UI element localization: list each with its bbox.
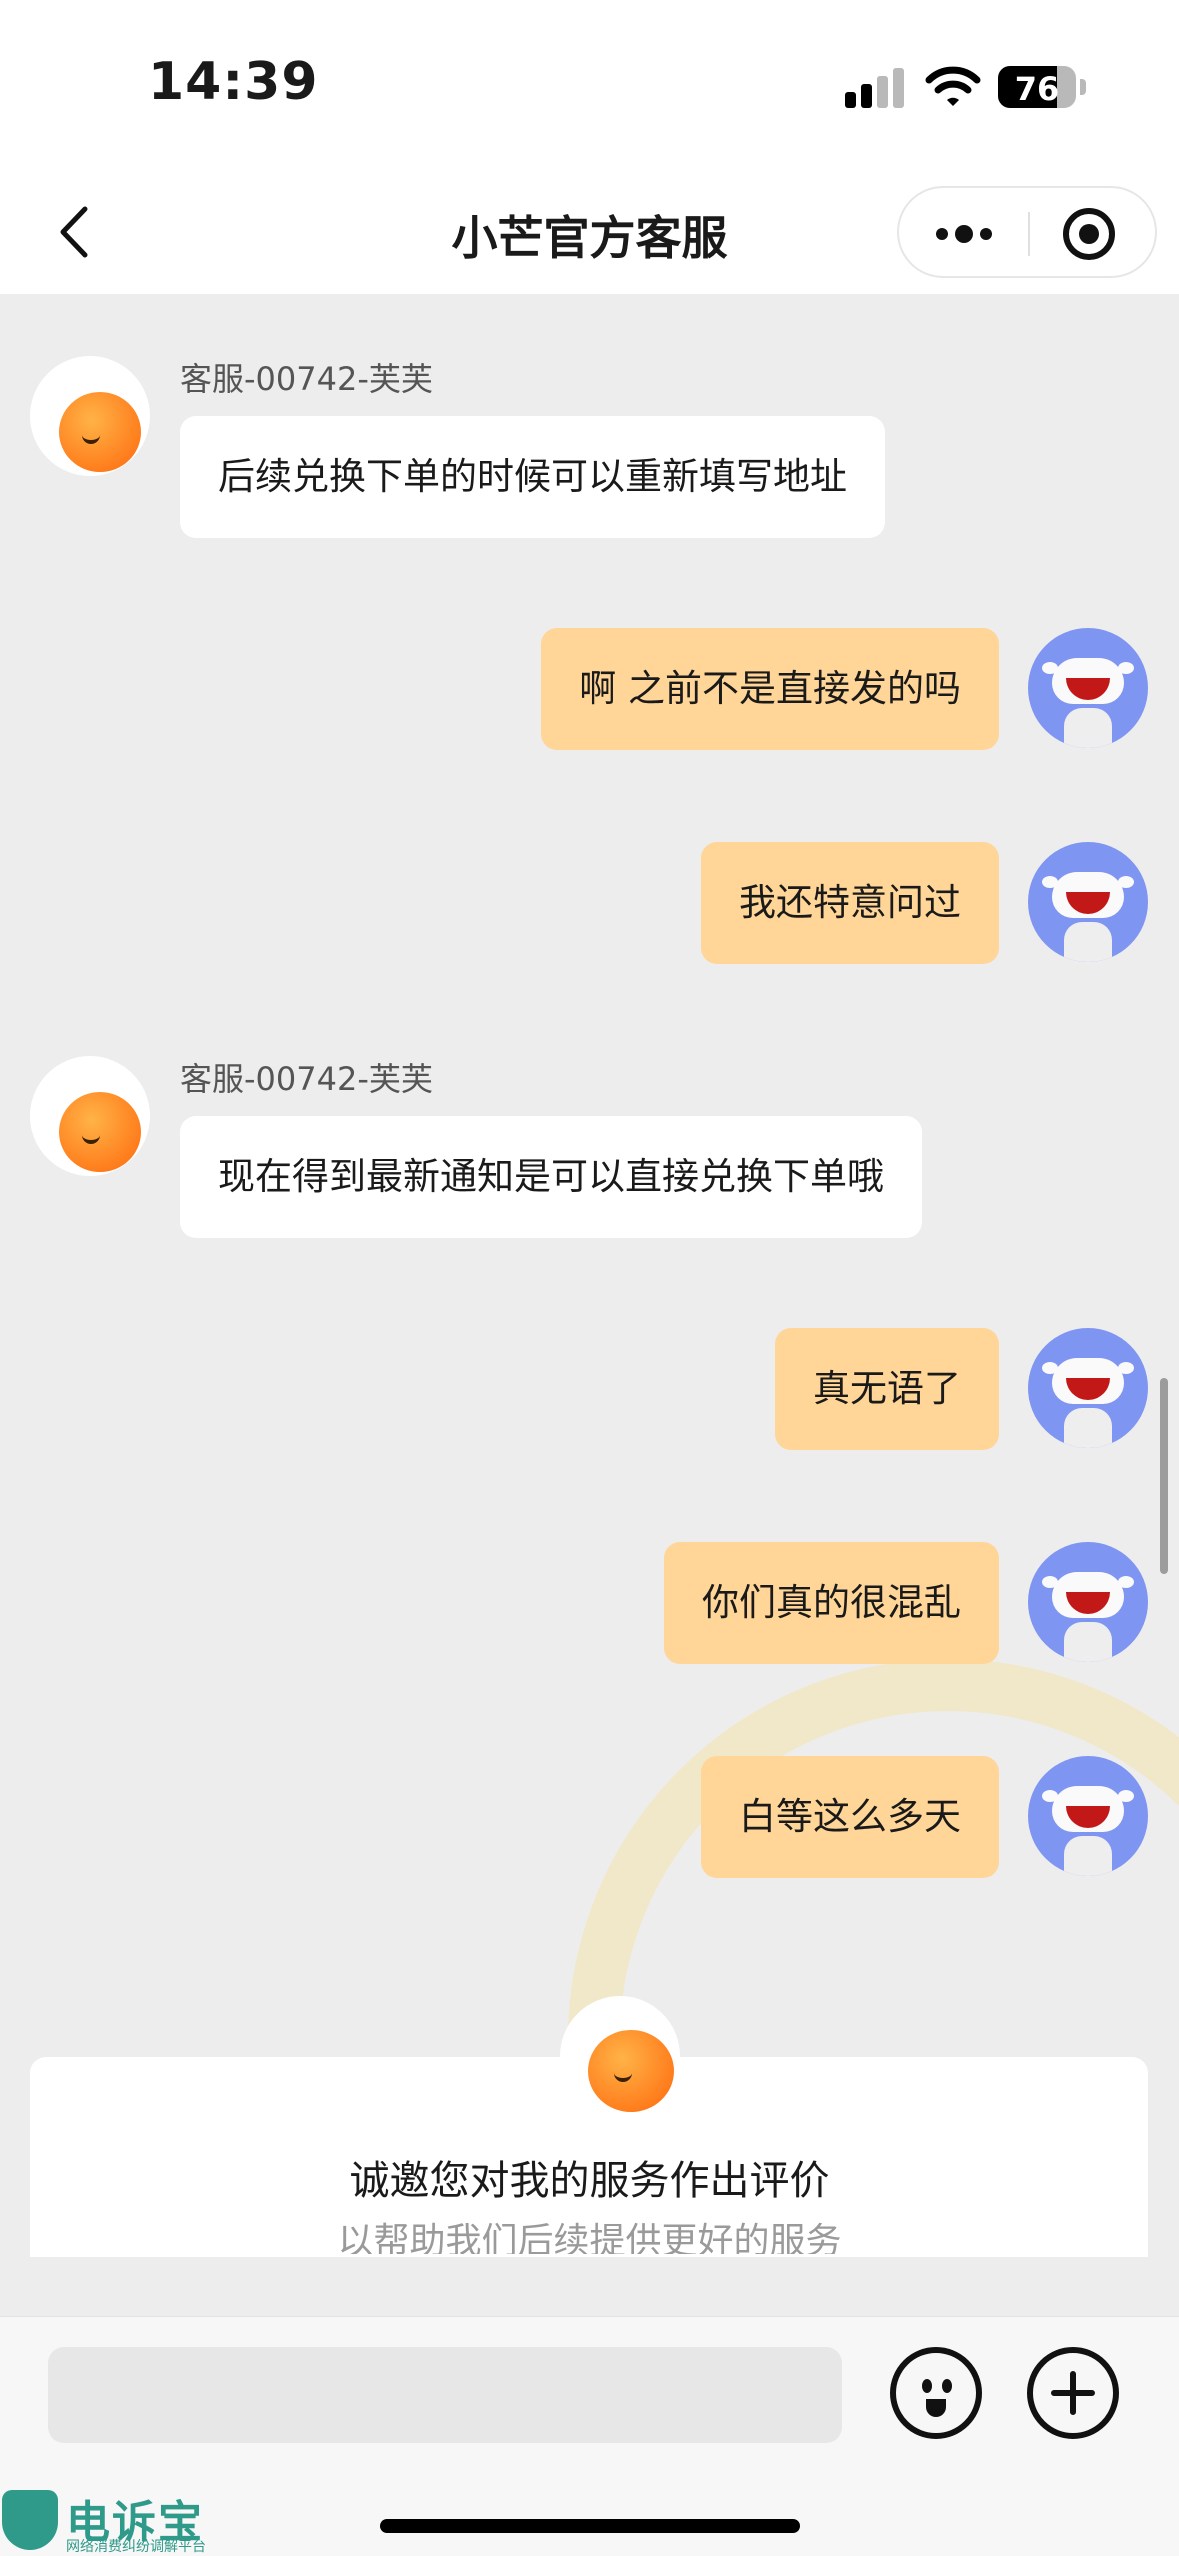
rating-subtitle: 以帮助我们后续提供更好的服务 bbox=[337, 2221, 842, 2254]
sender-name: 客服-00742-芙芙 bbox=[180, 360, 433, 398]
close-miniprogram-button[interactable] bbox=[1059, 206, 1119, 262]
user-message-bubble[interactable]: 你们真的很混乱 bbox=[664, 1542, 999, 1664]
agent-avatar[interactable] bbox=[30, 1056, 150, 1176]
agent-message-bubble[interactable]: 现在得到最新通知是可以直接兑换下单哦 bbox=[180, 1116, 922, 1238]
user-message-bubble[interactable]: 真无语了 bbox=[775, 1328, 999, 1450]
rating-title: 诚邀您对我的服务作出评价 bbox=[349, 2158, 830, 2204]
target-close-icon bbox=[1063, 208, 1115, 260]
status-bar: 14:39 76 bbox=[0, 0, 1179, 170]
battery-icon: 76 bbox=[998, 66, 1076, 108]
shield-icon bbox=[2, 2490, 58, 2550]
scrollbar-thumb[interactable] bbox=[1160, 1378, 1168, 1574]
status-time: 14:39 bbox=[148, 52, 319, 112]
wifi-icon bbox=[925, 66, 981, 106]
cellular-signal-icon bbox=[845, 68, 905, 108]
plus-icon bbox=[1051, 2371, 1095, 2415]
user-avatar[interactable] bbox=[1028, 1756, 1148, 1876]
user-message-bubble[interactable]: 白等这么多天 bbox=[701, 1756, 999, 1878]
chat-scroll-area[interactable]: 客服-00742-芙芙 后续兑换下单的时候可以重新填写地址 啊 之前不是直接发的… bbox=[0, 294, 1179, 2254]
watermark-logo: 电诉宝 网络消费纠纷调解平台 bbox=[0, 2486, 220, 2556]
message-input[interactable] bbox=[48, 2347, 842, 2443]
capsule-divider bbox=[1028, 212, 1030, 256]
agent-message-bubble[interactable]: 后续兑换下单的时候可以重新填写地址 bbox=[180, 416, 885, 538]
battery-cap bbox=[1080, 79, 1086, 95]
sender-name: 客服-00742-芙芙 bbox=[180, 1060, 433, 1098]
nav-bar: 小芒官方客服 bbox=[0, 170, 1179, 294]
user-message-bubble[interactable]: 啊 之前不是直接发的吗 bbox=[541, 628, 999, 750]
emoji-face-icon bbox=[922, 2379, 932, 2393]
emoji-button[interactable] bbox=[890, 2347, 982, 2439]
more-button[interactable] bbox=[929, 212, 999, 256]
rating-agent-avatar bbox=[560, 1996, 680, 2116]
user-avatar[interactable] bbox=[1028, 1542, 1148, 1662]
user-avatar[interactable] bbox=[1028, 628, 1148, 748]
more-dots-icon bbox=[936, 225, 992, 243]
home-indicator bbox=[380, 2519, 800, 2533]
add-attachment-button[interactable] bbox=[1027, 2347, 1119, 2439]
agent-avatar[interactable] bbox=[30, 356, 150, 476]
watermark-tagline: 网络消费纠纷调解平台 bbox=[66, 2539, 206, 2555]
user-avatar[interactable] bbox=[1028, 842, 1148, 962]
user-message-bubble[interactable]: 我还特意问过 bbox=[701, 842, 999, 964]
miniprogram-capsule bbox=[897, 186, 1157, 278]
battery-level: 76 bbox=[1014, 70, 1060, 108]
user-avatar[interactable] bbox=[1028, 1328, 1148, 1448]
